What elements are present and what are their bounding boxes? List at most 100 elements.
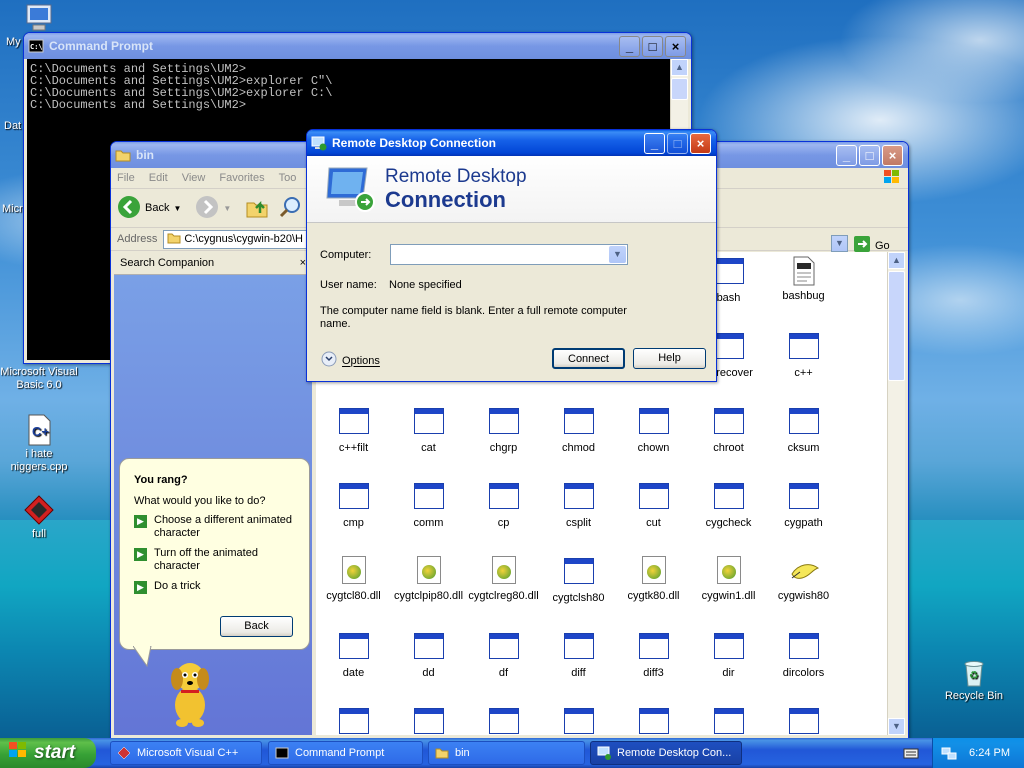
task-remote-desktop[interactable]: Remote Desktop Con... [590, 741, 742, 765]
address-input[interactable]: C:\cygnus\cygwin-b20\H [163, 229, 309, 249]
desktop-icon-full[interactable]: full [0, 494, 78, 541]
file-item[interactable] [616, 706, 691, 735]
file-name: cygcheck [705, 517, 752, 529]
help-button[interactable]: Help [633, 348, 706, 369]
scroll-up-arrow-icon[interactable]: ▲ [671, 59, 688, 76]
task-command-prompt[interactable]: Command Prompt [268, 741, 423, 765]
file-item[interactable] [466, 706, 541, 735]
file-name: cat [421, 442, 436, 454]
file-item[interactable]: csplit [541, 481, 616, 529]
search-icon[interactable] [279, 195, 303, 222]
file-item[interactable]: cygtclsh80 [541, 556, 616, 604]
file-item[interactable]: cygtclreg80.dll [466, 556, 541, 602]
forward-dropdown-icon[interactable]: ▼ [223, 204, 231, 213]
cmd-icon: C:\ [28, 38, 44, 54]
file-item[interactable]: cksum [766, 406, 841, 454]
file-item[interactable]: cygtcl80.dll [316, 556, 391, 602]
back-dropdown-icon[interactable]: ▼ [173, 204, 181, 213]
file-item[interactable]: cygpath [766, 481, 841, 529]
system-tray: 6:24 PM [932, 738, 1024, 768]
executable-icon [713, 408, 745, 438]
file-item[interactable]: date [316, 631, 391, 679]
rdp-minimize-button[interactable]: _ [644, 133, 665, 154]
scroll-thumb[interactable] [671, 78, 688, 100]
assistant-option-choose[interactable]: Choose a different animated character [154, 514, 299, 540]
file-item[interactable]: chroot [691, 406, 766, 454]
file-item[interactable]: dir [691, 631, 766, 679]
file-item[interactable]: cygtclpip80.dll [391, 556, 466, 602]
rdp-close-button[interactable]: × [690, 133, 711, 154]
explorer-maximize-button[interactable]: □ [859, 145, 880, 166]
back-button[interactable]: Back ▼ [117, 195, 181, 222]
address-dropdown-icon[interactable]: ▼ [831, 235, 848, 252]
file-item[interactable] [316, 706, 391, 735]
scroll-up-arrow-icon[interactable]: ▲ [888, 252, 905, 269]
connect-button[interactable]: Connect [552, 348, 625, 369]
file-item[interactable]: c++ [766, 331, 841, 379]
file-item[interactable]: chgrp [466, 406, 541, 454]
cmd-minimize-button[interactable]: _ [619, 36, 640, 57]
file-item[interactable]: c++filt [316, 406, 391, 454]
file-item[interactable] [541, 706, 616, 735]
remote-desktop-icon [311, 135, 327, 151]
keyboard-icon[interactable] [903, 746, 919, 763]
computer-combobox[interactable]: ▼ [390, 244, 628, 265]
explorer-minimize-button[interactable]: _ [836, 145, 857, 166]
executable-icon [638, 408, 670, 438]
executable-icon [788, 333, 820, 363]
menu-view[interactable]: View [182, 172, 206, 184]
file-item[interactable]: cygwin1.dll [691, 556, 766, 602]
assistant-option-turn-off[interactable]: Turn off the animated character [154, 547, 299, 573]
file-item[interactable] [766, 706, 841, 735]
desktop-icon-vb6[interactable]: Microsoft Visual Basic 6.0 [0, 366, 78, 392]
file-item[interactable]: comm [391, 481, 466, 529]
cmd-maximize-button[interactable]: □ [642, 36, 663, 57]
assistant-back-button[interactable]: Back [220, 616, 293, 637]
file-item[interactable]: cygcheck [691, 481, 766, 529]
file-item[interactable]: chmod [541, 406, 616, 454]
file-name: cygpath [784, 517, 823, 529]
start-button[interactable]: start [0, 738, 96, 768]
file-item[interactable]: cmp [316, 481, 391, 529]
file-item[interactable]: dircolors [766, 631, 841, 679]
forward-arrow-icon[interactable] [195, 195, 219, 222]
file-item[interactable]: bashbug [766, 256, 841, 302]
cmd-titlebar[interactable]: C:\ Command Prompt _ □ × [24, 33, 691, 59]
file-item[interactable]: chown [616, 406, 691, 454]
desktop-icon-cpp-file[interactable]: C+ i hate niggers.cpp [0, 414, 78, 474]
file-item[interactable]: dd [391, 631, 466, 679]
explorer-close-button[interactable]: × [882, 145, 903, 166]
desktop-icon-recycle-bin[interactable]: ♻ Recycle Bin [935, 656, 1013, 703]
task-visual-cpp[interactable]: Microsoft Visual C++ [110, 741, 262, 765]
chevron-down-icon[interactable]: ▼ [609, 246, 626, 263]
rdp-titlebar[interactable]: Remote Desktop Connection _ □ × [307, 130, 716, 156]
menu-favorites[interactable]: Favorites [219, 172, 264, 184]
rdp-dialog[interactable]: Remote Desktop Connection _ □ × Remote D… [306, 129, 717, 382]
file-item[interactable]: cygwish80 [766, 556, 841, 602]
explorer-scrollbar[interactable]: ▲ ▼ [887, 252, 905, 735]
assistant-dog-icon[interactable] [160, 655, 220, 730]
file-item[interactable]: df [466, 631, 541, 679]
file-item[interactable] [691, 706, 766, 735]
network-icon[interactable] [941, 745, 957, 764]
assistant-option-trick[interactable]: Do a trick [154, 580, 299, 593]
file-item[interactable]: diff3 [616, 631, 691, 679]
file-item[interactable]: cut [616, 481, 691, 529]
file-name: c++ [794, 367, 813, 379]
scroll-thumb[interactable] [888, 271, 905, 381]
file-item[interactable]: cat [391, 406, 466, 454]
up-folder-icon[interactable] [245, 195, 269, 222]
options-label: Options [342, 354, 380, 367]
file-item[interactable]: cygtk80.dll [616, 556, 691, 602]
menu-file[interactable]: File [117, 172, 135, 184]
clock[interactable]: 6:24 PM [969, 747, 1010, 759]
scroll-down-arrow-icon[interactable]: ▼ [888, 718, 905, 735]
menu-tools[interactable]: Too [279, 172, 297, 184]
task-bin[interactable]: bin [428, 741, 585, 765]
options-toggle[interactable]: Options [321, 351, 380, 370]
file-item[interactable]: diff [541, 631, 616, 679]
menu-edit[interactable]: Edit [149, 172, 168, 184]
cmd-close-button[interactable]: × [665, 36, 686, 57]
file-item[interactable]: cp [466, 481, 541, 529]
file-item[interactable] [391, 706, 466, 735]
